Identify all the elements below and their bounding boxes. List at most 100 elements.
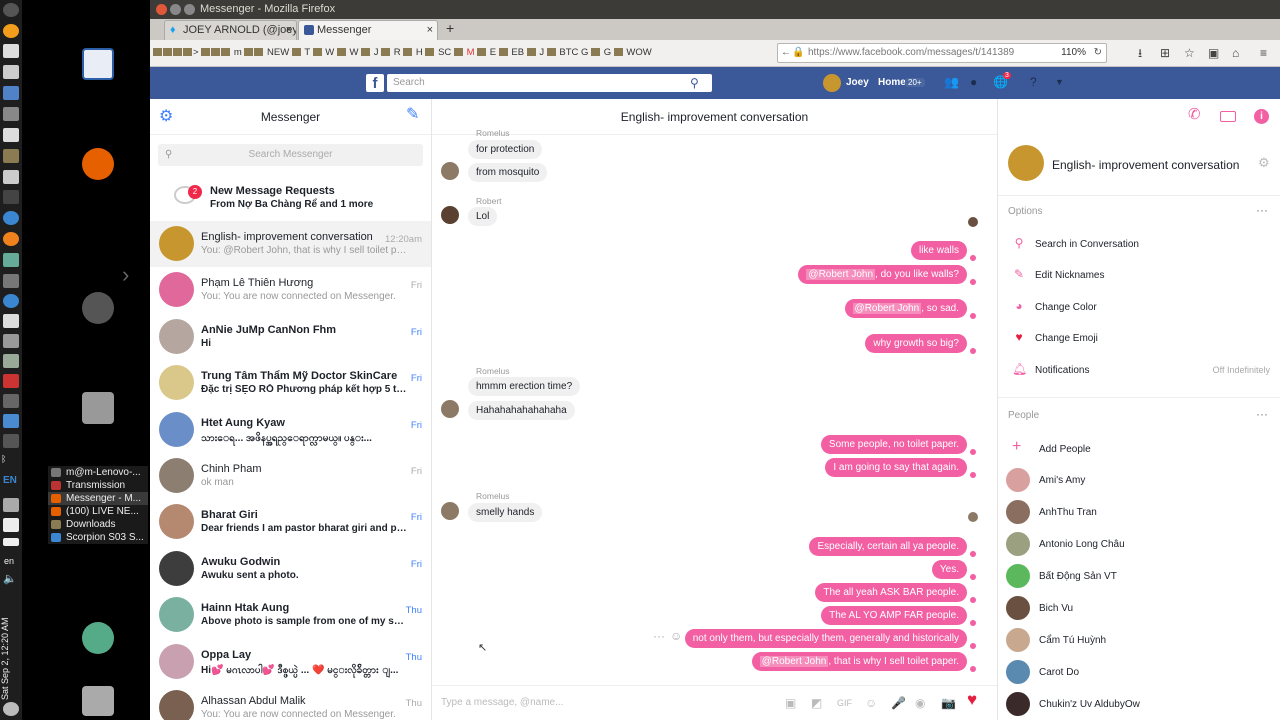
bookmark[interactable]: BTC [559, 47, 578, 58]
mention[interactable]: @Robert John [852, 303, 922, 314]
message-bubble-own[interactable]: Especially, certain all ya people. [809, 537, 967, 556]
photo-icon[interactable]: ▣ [785, 696, 796, 710]
back-icon[interactable]: ← [781, 44, 791, 62]
avatar[interactable] [823, 74, 841, 92]
option-change-emoji[interactable]: Change Emoji [1035, 333, 1098, 344]
bitcoin-icon[interactable] [3, 24, 19, 38]
people-more-icon[interactable]: ··· [1256, 407, 1268, 421]
app3-icon[interactable] [3, 274, 19, 288]
download-icon[interactable]: ⭳ [1138, 46, 1142, 60]
payment-icon[interactable]: ◉ [915, 696, 925, 710]
maximize-icon[interactable] [184, 4, 195, 15]
library-icon[interactable]: ⊞ [1160, 46, 1170, 60]
url-text[interactable]: https://www.facebook.com/messages/t/1413… [808, 47, 1014, 58]
bookmark[interactable]: SC [438, 47, 451, 58]
home-link[interactable]: Home [878, 77, 906, 88]
power-off-icon[interactable] [3, 702, 19, 716]
heart-send-icon[interactable]: ♥ [967, 691, 977, 708]
calculator-icon[interactable] [3, 86, 19, 100]
avatar[interactable] [1006, 660, 1030, 684]
bookmark[interactable]: R [394, 47, 401, 58]
message-bubble[interactable]: from mosquito [468, 163, 548, 182]
app7-icon[interactable] [3, 434, 19, 448]
conversation-item[interactable]: English- improvement conversation You: @R… [150, 221, 431, 267]
bookmark[interactable]: J [374, 47, 379, 58]
message-bubble-own[interactable]: like walls [910, 241, 967, 260]
conversation-item[interactable]: Htet Aung Kyaw သားေရ... အဖိနပ္အရည္ေရာက္လာ… [150, 407, 431, 453]
help-icon[interactable]: ? [1030, 75, 1037, 89]
message-bubble[interactable]: hmmm erection time? [468, 377, 581, 396]
option-notifications[interactable]: Notifications [1035, 365, 1089, 376]
clock[interactable]: Sat Sep 2, 12:20 AM [0, 600, 22, 700]
bookmark[interactable]: G [581, 47, 588, 58]
app4-icon[interactable] [3, 354, 19, 368]
message-bubble-own[interactable]: Yes. [931, 560, 967, 579]
camera-icon[interactable]: 📷 [941, 696, 956, 710]
task-item[interactable]: (100) LIVE NE... [48, 505, 148, 518]
grid-icon[interactable] [3, 128, 19, 142]
close-tab-icon[interactable]: × [427, 21, 433, 39]
arrow-up-icon[interactable] [3, 44, 19, 58]
microphone-icon[interactable]: 🎤 [891, 696, 906, 710]
task-item[interactable]: Downloads [48, 518, 148, 531]
bookmark[interactable]: W [325, 47, 334, 58]
profile-name[interactable]: Joey [846, 77, 869, 88]
monitor-icon[interactable] [3, 190, 19, 204]
conversation-item[interactable]: Oppa Lay Hi💕 မဂၤလာပါ💕 ဒီစ္ဖယ္ပဲ ... ❤️ မင… [150, 639, 431, 685]
app5-icon[interactable] [3, 394, 19, 408]
lock-icon[interactable] [3, 334, 19, 348]
options-more-icon[interactable]: ··· [1256, 203, 1268, 217]
ubuntu-icon[interactable] [3, 232, 19, 246]
more-actions-icon[interactable]: ··· [653, 629, 665, 643]
avatar[interactable] [1006, 468, 1030, 492]
tool-icon[interactable] [3, 170, 19, 184]
task-item[interactable]: Scorpion S03 S... [48, 531, 148, 544]
messages-icon[interactable]: ● [970, 75, 977, 89]
message-bubble-own[interactable]: @Robert John, so sad. [844, 299, 967, 318]
bookmark[interactable]: E [490, 47, 496, 58]
volume-icon[interactable]: 🔈 [3, 572, 17, 585]
emoji-reaction-icon[interactable]: ☺ [670, 629, 682, 643]
avatar[interactable] [1006, 532, 1030, 556]
zoom-level[interactable]: 110% [1061, 44, 1086, 62]
archive-icon[interactable] [82, 392, 114, 424]
message-bubble-own[interactable]: The all yeah ASK BAR people. [815, 583, 967, 602]
avatar[interactable] [441, 502, 459, 520]
conversation-item[interactable]: Chinh Pham ok man Fri [150, 453, 431, 499]
person-name[interactable]: Bich Vu [1039, 603, 1073, 614]
option-change-color[interactable]: Change Color [1035, 302, 1097, 313]
message-bubble-own[interactable]: I am going to say that again. [825, 458, 967, 477]
message-bubble-own[interactable]: @Robert John, that is why I sell toilet … [751, 652, 967, 671]
reload-icon[interactable]: ↻ [1094, 44, 1102, 62]
add-icon[interactable]: + [1012, 439, 1021, 455]
avatar[interactable] [441, 206, 459, 224]
facebook-logo[interactable]: f [366, 74, 384, 92]
emoji-icon[interactable]: ☺ [865, 696, 877, 710]
person-name[interactable]: Cẩm Tú Huỳnh [1039, 635, 1106, 646]
sticker-icon[interactable]: ◩ [811, 696, 822, 710]
conversation-avatar[interactable] [1008, 145, 1044, 181]
conversation-item[interactable]: Phạm Lê Thiên Hương You: You are now conn… [150, 267, 431, 313]
person-name[interactable]: Antonio Long Châu [1039, 539, 1125, 550]
message-requests[interactable]: 2 New Message Requests From Nợ Ba Chàng … [150, 175, 431, 221]
message-input[interactable]: Type a message, @name... [441, 697, 563, 708]
star-icon[interactable]: ☆ [1184, 46, 1195, 60]
person-name[interactable]: Carot Do [1039, 667, 1079, 678]
message-bubble-own[interactable]: The AL YO AMP FAR people. [821, 606, 967, 625]
person-name[interactable]: Chukin'z Uv AldubyOw [1039, 699, 1140, 710]
message-bubble[interactable]: Lol [468, 207, 498, 226]
message-bubble[interactable]: smelly hands [468, 503, 543, 522]
search-messenger-input[interactable]: ⚲ Search Messenger [158, 144, 423, 166]
keyboard-lang[interactable]: EN [3, 475, 17, 486]
chrome-icon[interactable] [3, 294, 19, 308]
task-item[interactable]: m@m-Lenovo-... [48, 466, 148, 479]
person-name[interactable]: Ami's Amy [1039, 475, 1085, 486]
close-tab-icon[interactable]: × [286, 21, 292, 39]
conversation-item[interactable]: Bharat Giri Dear friends I am pastor bhar… [150, 499, 431, 545]
app2-icon[interactable] [3, 253, 19, 267]
menu-icon[interactable]: ≡ [1260, 46, 1267, 60]
home-icon[interactable]: ⌂ [1232, 46, 1239, 60]
bookmark[interactable]: G [604, 47, 611, 58]
mention[interactable]: @Robert John [806, 269, 876, 280]
bookmark[interactable]: J [539, 47, 544, 58]
